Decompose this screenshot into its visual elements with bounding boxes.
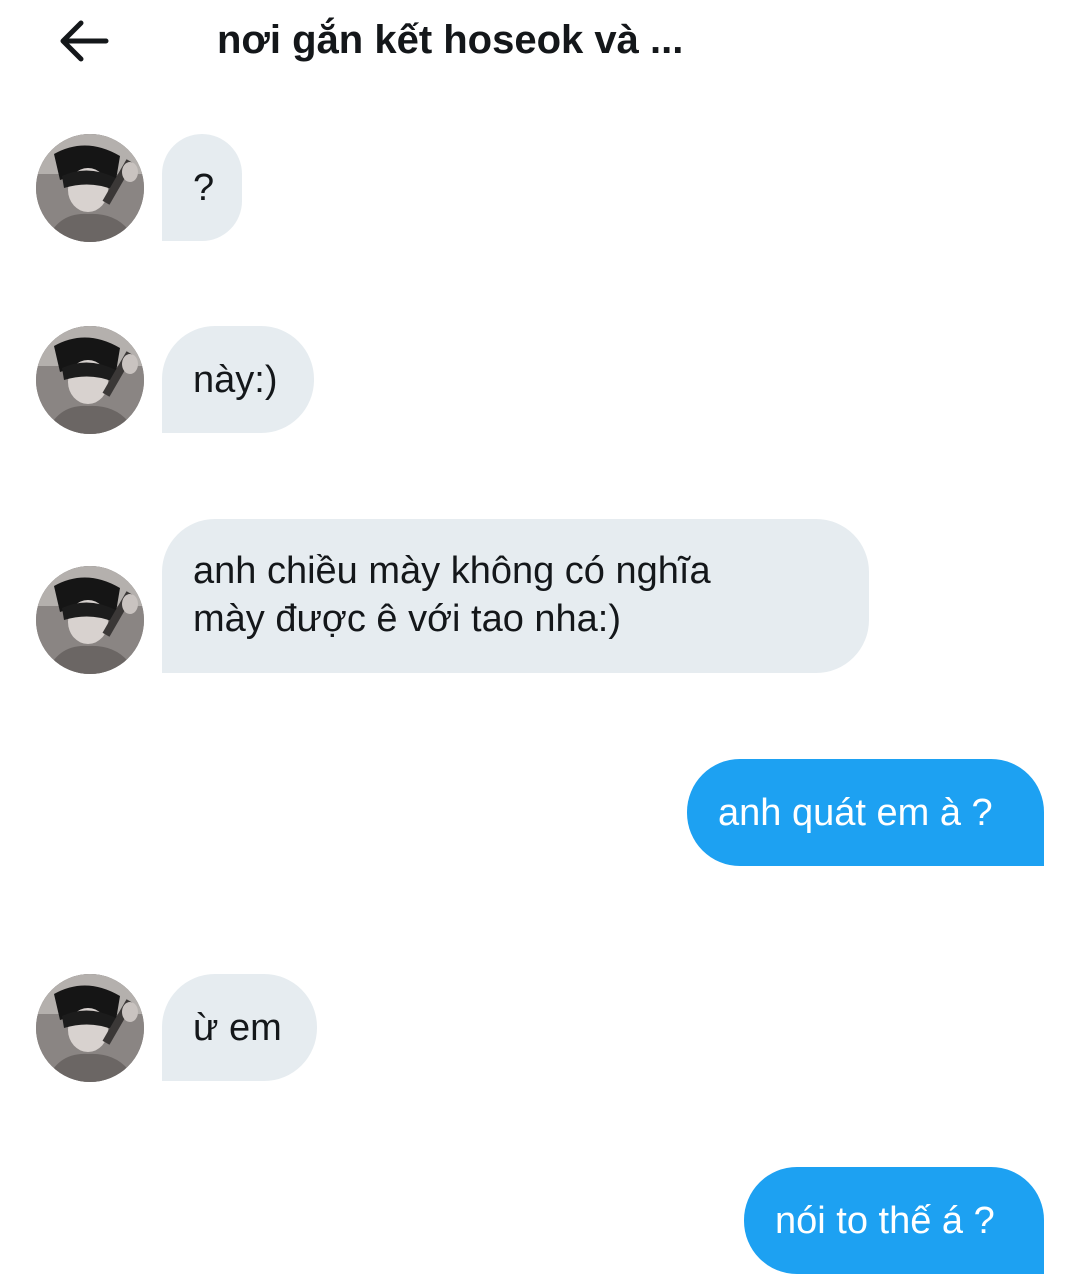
message-bubble-outgoing[interactable]: nói to thế á ? xyxy=(744,1167,1044,1274)
message-text: nói to thế á ? xyxy=(775,1200,995,1242)
message-bubble-incoming[interactable]: này:) xyxy=(162,326,314,433)
chat-header: nơi gắn kết hoseok và ... xyxy=(0,0,1080,90)
message-bubble-incoming[interactable]: anh chiều mày không có nghĩa mày được ê … xyxy=(162,519,869,673)
user-avatar-photo xyxy=(36,134,144,242)
arrow-left-icon xyxy=(60,20,109,62)
message-bubble-incoming[interactable]: ừ em xyxy=(162,974,317,1081)
message-bubble-outgoing[interactable]: anh quát em à ? xyxy=(687,759,1044,866)
message-text: này:) xyxy=(193,359,278,401)
message-text: ? xyxy=(193,167,215,209)
avatar[interactable] xyxy=(36,974,144,1082)
message-text: anh chiều mày không có nghĩa xyxy=(193,550,711,592)
user-avatar-photo xyxy=(36,326,144,434)
message-text: mày được ê với tao nha:) xyxy=(193,598,622,640)
avatar[interactable] xyxy=(36,566,144,674)
message-text: anh quát em à ? xyxy=(718,792,993,834)
user-avatar-photo xyxy=(36,974,144,1082)
avatar[interactable] xyxy=(36,134,144,242)
avatar[interactable] xyxy=(36,326,144,434)
conversation-title[interactable]: nơi gắn kết hoseok và ... xyxy=(217,14,683,66)
back-button[interactable] xyxy=(50,12,118,72)
message-text: ừ em xyxy=(193,1007,282,1049)
message-bubble-incoming[interactable]: ? xyxy=(162,134,242,241)
user-avatar-photo xyxy=(36,566,144,674)
